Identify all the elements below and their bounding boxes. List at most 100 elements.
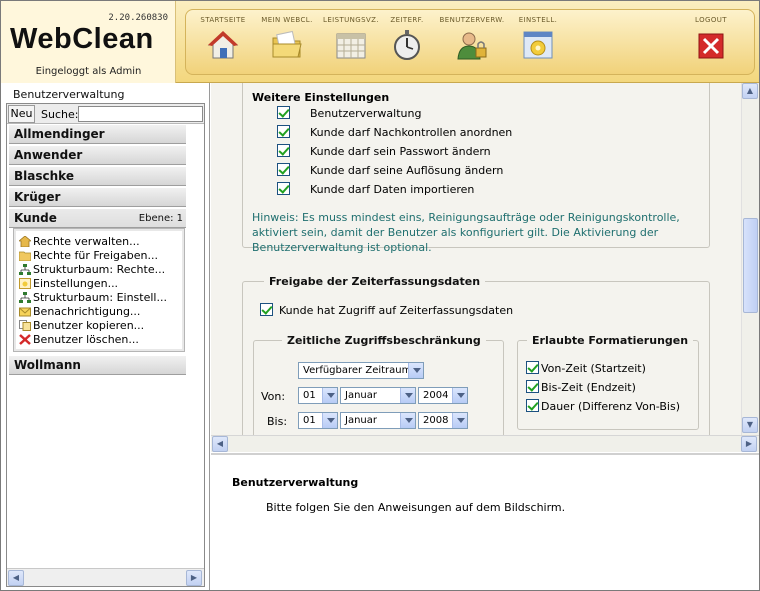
tree-icon [19, 264, 31, 275]
chevron-down-icon [408, 363, 423, 378]
nav-benutzerverw[interactable]: BENUTZERVERW. [439, 16, 505, 65]
scroll-left-button[interactable]: ◀ [212, 436, 228, 452]
user-list-panel: Neu Suche: Allmendinger Anwender Blaschk… [6, 103, 205, 587]
tree-icon [19, 292, 31, 303]
search-input[interactable] [78, 106, 203, 122]
new-button[interactable]: Neu [8, 105, 35, 123]
nav-label: ZEITERF. [390, 16, 424, 24]
select-value: Januar [345, 390, 377, 401]
nav-label: EINSTELL. [518, 16, 558, 24]
scroll-thumb[interactable] [743, 218, 758, 313]
nav-startseite[interactable]: STARTSEITE [198, 16, 248, 65]
chevron-down-icon [400, 413, 415, 428]
checkbox-benutzerverwaltung[interactable] [277, 106, 290, 119]
bis-month-select[interactable]: Januar [340, 412, 416, 429]
menu-item-benutzer-loeschen[interactable]: Benutzer löschen... [19, 333, 139, 347]
zeitliche-title: Zeitliche Zugriffsbeschränkung [282, 334, 486, 347]
main-vertical-scrollbar[interactable]: ▲ ▼ [741, 83, 759, 435]
sidebar-horizontal-scrollbar[interactable]: ◀ ▶ [7, 568, 204, 586]
checkbox-passwort[interactable] [277, 144, 290, 157]
logo-box: 2.20.260830 WebClean Eingeloggt als Admi… [1, 1, 176, 83]
version-label: 2.20.260830 [108, 13, 168, 23]
menu-item-benachrichtigung[interactable]: Benachrichtigung... [19, 305, 140, 319]
group-blaschke[interactable]: Blaschke [9, 166, 186, 186]
chevron-down-icon [452, 413, 467, 428]
bis-label: Bis: [267, 415, 288, 428]
search-label: Suche: [41, 108, 79, 121]
nav-mein-webcl[interactable]: MEIN WEBCL. [259, 16, 315, 65]
main-horizontal-scrollbar[interactable]: ◀ ▶ [211, 435, 759, 452]
von-year-select[interactable]: 2004 [418, 387, 468, 404]
chevron-down-icon [322, 388, 337, 403]
scroll-right-button[interactable]: ▶ [741, 436, 757, 452]
bis-day-select[interactable]: 01 [298, 412, 338, 429]
nav-label: LEISTUNGSVZ. [323, 16, 379, 24]
folder-hand-icon [19, 251, 31, 261]
main-nav: STARTSEITE MEIN WEBCL. LEISTUNGSVZ. ZEIT… [185, 9, 755, 75]
red-x-icon [19, 334, 31, 345]
chevron-down-icon [400, 388, 415, 403]
checkbox-zugriff-zeiterfassung[interactable] [260, 303, 273, 316]
option-label: Kunde darf Daten importieren [310, 183, 475, 196]
nav-label: LOGOUT [695, 16, 727, 24]
menu-item-rechte-verwalten[interactable]: Rechte verwalten... [19, 235, 140, 249]
format-label: Bis-Zeit (Endzeit) [541, 381, 636, 394]
sidebar-title: Benutzerverwaltung [13, 88, 125, 101]
group-allmendinger[interactable]: Allmendinger [9, 124, 186, 144]
checkbox-dauer[interactable] [526, 399, 539, 412]
scroll-right-button[interactable]: ▶ [186, 570, 202, 586]
von-label: Von: [261, 390, 286, 403]
bis-year-select[interactable]: 2008 [418, 412, 468, 429]
nav-logout[interactable]: LOGOUT [686, 16, 736, 65]
menu-item-label: Strukturbaum: Rechte... [33, 263, 166, 276]
settings-window-icon [523, 31, 553, 59]
option-label: Benutzerverwaltung [310, 107, 422, 120]
zeitraum-select[interactable]: Verfügbarer Zeitraum [298, 362, 424, 379]
stopwatch-icon [394, 30, 420, 60]
checkbox-nachkontrollen[interactable] [277, 125, 290, 138]
checkbox-aufloesung[interactable] [277, 163, 290, 176]
nav-leistungsvz[interactable]: LEISTUNGSVZ. [323, 16, 379, 65]
freigabe-title: Freigabe der Zeiterfassungsdaten [264, 275, 486, 288]
menu-item-benutzer-kopieren[interactable]: Benutzer kopieren... [19, 319, 144, 333]
menu-item-label: Benutzer löschen... [33, 333, 139, 346]
nav-einstell[interactable]: EINSTELL. [516, 16, 560, 65]
menu-item-rechte-freigaben[interactable]: Rechte für Freigaben... [19, 249, 158, 263]
von-month-select[interactable]: Januar [340, 387, 416, 404]
group-krueger[interactable]: Krüger [9, 187, 186, 207]
format-label: Dauer (Differenz Von-Bis) [541, 400, 680, 413]
group-kunde[interactable]: Kunde Ebene: 1 [9, 208, 186, 228]
select-value: 2004 [423, 390, 449, 401]
hint-text: Hinweis: Es muss mindest eins, Reinigung… [252, 211, 680, 254]
settings-icon [19, 278, 31, 289]
group-wollmann[interactable]: Wollmann [9, 355, 186, 375]
weitere-einstellungen-title: Weitere Einstellungen [252, 91, 390, 104]
envelope-icon [19, 307, 31, 317]
select-value: 01 [303, 390, 316, 401]
menu-item-einstellungen[interactable]: Einstellungen... [19, 277, 118, 291]
nav-label: BENUTZERVERW. [439, 16, 505, 24]
von-day-select[interactable]: 01 [298, 387, 338, 404]
option-label: Kunde darf Nachkontrollen anordnen [310, 126, 513, 139]
scroll-up-button[interactable]: ▲ [742, 83, 758, 99]
info-title: Benutzerverwaltung [232, 476, 359, 489]
group-anwender[interactable]: Anwender [9, 145, 186, 165]
scroll-down-button[interactable]: ▼ [742, 417, 758, 433]
select-value: 01 [303, 415, 316, 426]
checkbox-daten-importieren[interactable] [277, 182, 290, 195]
access-label: Kunde hat Zugriff auf Zeiterfassungsdate… [279, 304, 514, 317]
level-label: Ebene: 1 [138, 213, 183, 224]
settings-panel: Weitere Einstellungen Benutzerverwaltung… [211, 83, 759, 435]
info-panel: Benutzerverwaltung Bitte folgen Sie den … [211, 453, 759, 590]
formatierungen-title: Erlaubte Formatierungen [527, 334, 694, 347]
copy-user-icon [19, 320, 31, 331]
nav-zeiterf[interactable]: ZEITERF. [385, 16, 429, 65]
menu-item-strukturbaum-einstell[interactable]: Strukturbaum: Einstell... [19, 291, 167, 305]
scroll-left-button[interactable]: ◀ [8, 570, 24, 586]
checkbox-bis-zeit[interactable] [526, 380, 539, 393]
checkbox-von-zeit[interactable] [526, 361, 539, 374]
menu-item-label: Benachrichtigung... [33, 305, 141, 318]
nav-label: MEIN WEBCL. [261, 16, 313, 24]
user-lock-icon [457, 32, 487, 60]
menu-item-strukturbaum-rechte[interactable]: Strukturbaum: Rechte... [19, 263, 165, 277]
